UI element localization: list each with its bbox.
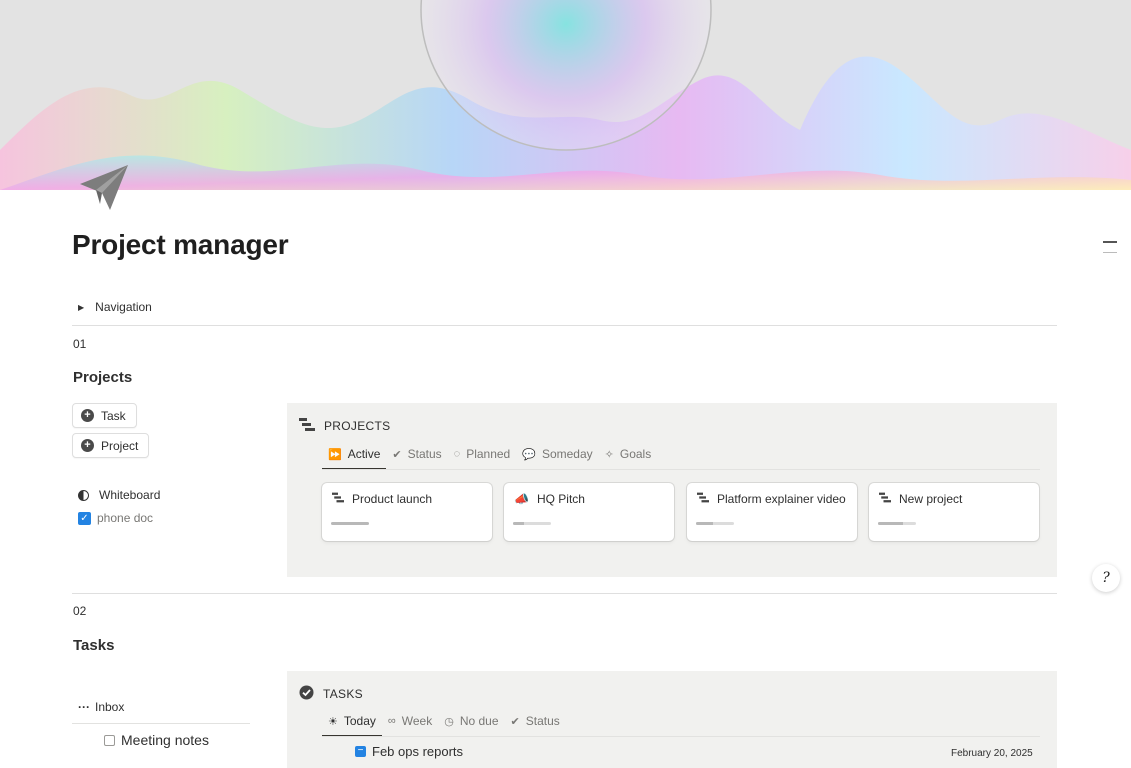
dashed-circle-icon: ◌ [453,448,461,460]
section-number: 01 [73,337,87,351]
project-card[interactable]: 📣 HQ Pitch [504,483,674,541]
target-icon: ✧ [604,448,614,461]
whiteboard-link[interactable]: Whiteboard [78,488,160,502]
tab-divider [322,736,1040,737]
section-title: Tasks [73,637,115,654]
inbox-label: Inbox [95,700,125,714]
glasses-icon: ∞ [387,715,396,727]
check-circle-icon: ✔ [392,448,402,461]
navigation-toggle[interactable]: ▶ Navigation [78,300,152,314]
table-of-contents-icon[interactable] [1103,241,1117,255]
card-title: HQ Pitch [536,492,585,506]
tab-planned[interactable]: ◌ Planned [448,439,517,469]
projects-panel: PROJECTS ⏩ Active ✔ Status ◌ Planned 💬 Somed… [287,403,1057,577]
inbox-toggle[interactable]: ··· Inbox [78,700,124,714]
card-title: Product launch [352,492,433,506]
tab-label: Today [343,714,376,728]
tab-label: Active [347,447,381,461]
tab-label: Planned [466,447,511,461]
navigation-label: Navigation [95,300,152,314]
tasks-heading[interactable]: TASKS [299,685,363,703]
tab-week[interactable]: ∞ Week [382,706,438,736]
megaphone-icon: 📣 [514,492,529,506]
tab-label: Status [525,714,560,728]
button-label: Project [101,438,139,453]
plus-circle-icon: + [81,439,94,452]
phone-doc-label: phone doc [97,511,154,525]
check-circle-icon: ✔ [510,715,520,728]
tab-goals[interactable]: ✧ Goals [599,439,658,469]
task-date: February 20, 2025 [951,748,1033,759]
projects-tabs: ⏩ Active ✔ Status ◌ Planned 💬 Someday ✧ Goals [322,439,658,470]
tab-today[interactable]: ☀ Today [322,706,382,737]
panel-heading-label: PROJECTS [324,419,391,433]
phone-doc-item[interactable]: ✓ phone doc [78,511,153,525]
panel-heading-label: TASKS [323,687,363,701]
button-label: Task [101,408,126,423]
project-card[interactable]: Product launch [322,483,492,541]
plus-circle-icon: + [81,409,94,422]
tasks-tabs: ☀ Today ∞ Week ◷ No due ✔ Status [322,706,566,737]
speech-bubble-icon: 💬 [522,448,536,461]
tab-no-due[interactable]: ◷ No due [438,706,504,736]
gantt-icon [697,492,709,506]
whiteboard-label: Whiteboard [99,488,161,502]
checkbox[interactable] [104,734,115,746]
paper-plane-icon[interactable] [76,160,132,216]
tab-status[interactable]: ✔ Status [505,706,566,736]
tab-label: Someday [541,447,593,461]
progress-bar [331,522,369,525]
checkbox-checked-icon[interactable]: ✓ [78,511,91,525]
gantt-icon [879,492,891,506]
divider [72,593,1057,594]
projects-heading[interactable]: PROJECTS [299,418,390,434]
table-row[interactable]: − Feb ops reports [355,744,463,759]
progress-bar [696,522,734,525]
task-title: Feb ops reports [372,744,464,759]
inbox-item[interactable]: Meeting notes [104,732,209,748]
help-label: ? [1102,570,1110,586]
divider [72,325,1057,326]
ellipsis-icon: ··· [78,700,90,714]
cover-image [0,0,1131,190]
gantt-icon [332,492,344,506]
tab-label: Status [407,447,442,461]
check-circle-icon [299,685,314,703]
fast-forward-icon: ⏩ [328,448,342,461]
tab-someday[interactable]: 💬 Someday [516,439,598,469]
project-card[interactable]: New project [869,483,1039,541]
section-title: Projects [73,369,133,386]
help-button[interactable]: ? [1092,564,1120,592]
progress-bar [878,522,916,525]
page-title: Project manager [72,229,289,260]
tab-status[interactable]: ✔ Status [386,439,447,469]
project-card[interactable]: Platform explainer video [687,483,857,541]
tab-active[interactable]: ⏩ Active [322,439,387,470]
gantt-icon [299,418,315,434]
add-project-button[interactable]: + Project [72,433,150,458]
checkbox-indeterminate-icon[interactable]: − [355,746,366,757]
tab-label: Week [401,714,433,728]
card-title: Platform explainer video [717,492,846,506]
add-task-button[interactable]: + Task [72,403,137,428]
tab-label: Goals [619,447,652,461]
half-circle-icon [78,489,89,501]
tab-label: No due [459,714,499,728]
progress-bar [513,522,551,525]
sun-icon: ☀ [328,715,338,728]
card-title: New project [899,492,963,506]
triangle-right-icon: ▶ [78,302,85,312]
tab-divider [322,469,1040,470]
inbox-item-label: Meeting notes [121,732,209,748]
section-number: 02 [73,604,87,618]
divider [72,723,250,724]
clock-icon: ◷ [444,715,454,728]
